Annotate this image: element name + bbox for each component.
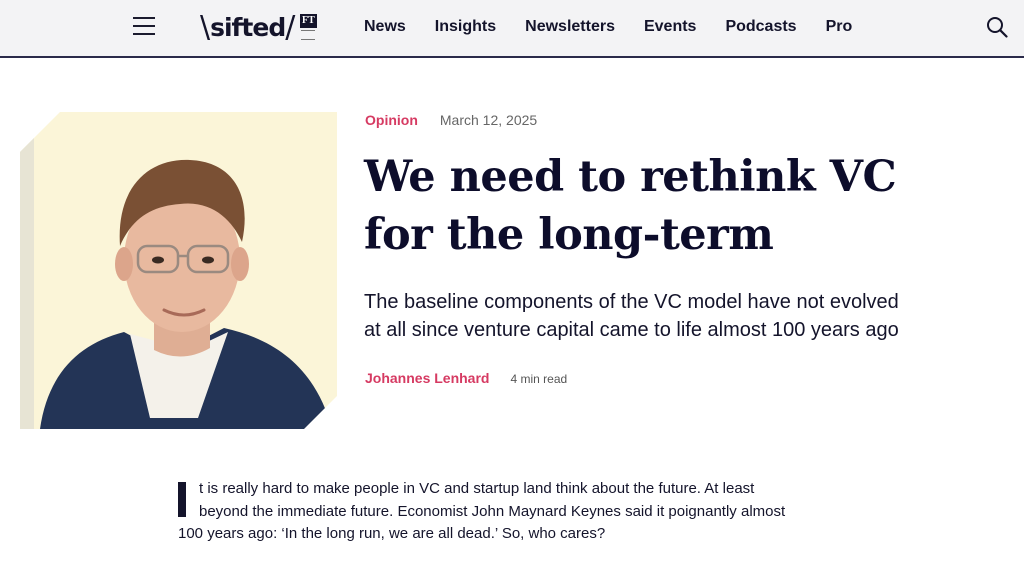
- article-body: t is really hard to make people in VC an…: [178, 478, 868, 546]
- nav-news[interactable]: News: [364, 18, 406, 36]
- ft-badge-icon: FT: [299, 14, 317, 40]
- article-meta: Opinion March 12, 2025: [365, 112, 537, 128]
- author-link[interactable]: Johannes Lenhard: [365, 370, 489, 386]
- drop-cap-icon: [178, 482, 186, 517]
- article-title: We need to rethink VC for the long-term: [364, 148, 984, 264]
- title-line: for the long-term: [364, 210, 774, 260]
- nav-insights[interactable]: Insights: [435, 18, 496, 36]
- category-link[interactable]: Opinion: [365, 112, 418, 128]
- article-subtitle: The baseline components of the VC model …: [364, 288, 984, 344]
- subtitle-line: The baseline components of the VC model …: [364, 291, 899, 313]
- main-nav: News Insights Newsletters Events Podcast…: [364, 18, 881, 36]
- publish-date: March 12, 2025: [439, 112, 538, 128]
- body-line: t is really hard to make people in VC an…: [199, 480, 755, 497]
- logo-slash: /: [285, 9, 296, 45]
- title-line: We need to rethink VC: [364, 152, 897, 202]
- sifted-logo[interactable]: \ sifted / FT: [200, 9, 317, 45]
- body-line: 100 years ago: ‘In the long run, we are …: [178, 525, 606, 542]
- nav-events[interactable]: Events: [644, 18, 696, 36]
- nav-newsletters[interactable]: Newsletters: [525, 18, 615, 36]
- nav-pro[interactable]: Pro: [826, 18, 853, 36]
- subtitle-line: at all since venture capital came to lif…: [364, 319, 899, 341]
- logo-backslash: \: [200, 9, 211, 45]
- body-line: beyond the immediate future. Economist J…: [199, 502, 786, 520]
- ft-badge-label: FT: [299, 14, 317, 28]
- site-header: \ sifted / FT News Insights Newsletters …: [0, 0, 1024, 58]
- read-time: 4 min read: [510, 372, 568, 386]
- byline: Johannes Lenhard 4 min read: [365, 370, 567, 386]
- hamburger-menu-icon[interactable]: [133, 17, 155, 35]
- nav-podcasts[interactable]: Podcasts: [725, 18, 796, 36]
- search-icon[interactable]: [986, 16, 1008, 38]
- logo-text: sifted: [210, 12, 286, 42]
- author-photo: [20, 112, 337, 429]
